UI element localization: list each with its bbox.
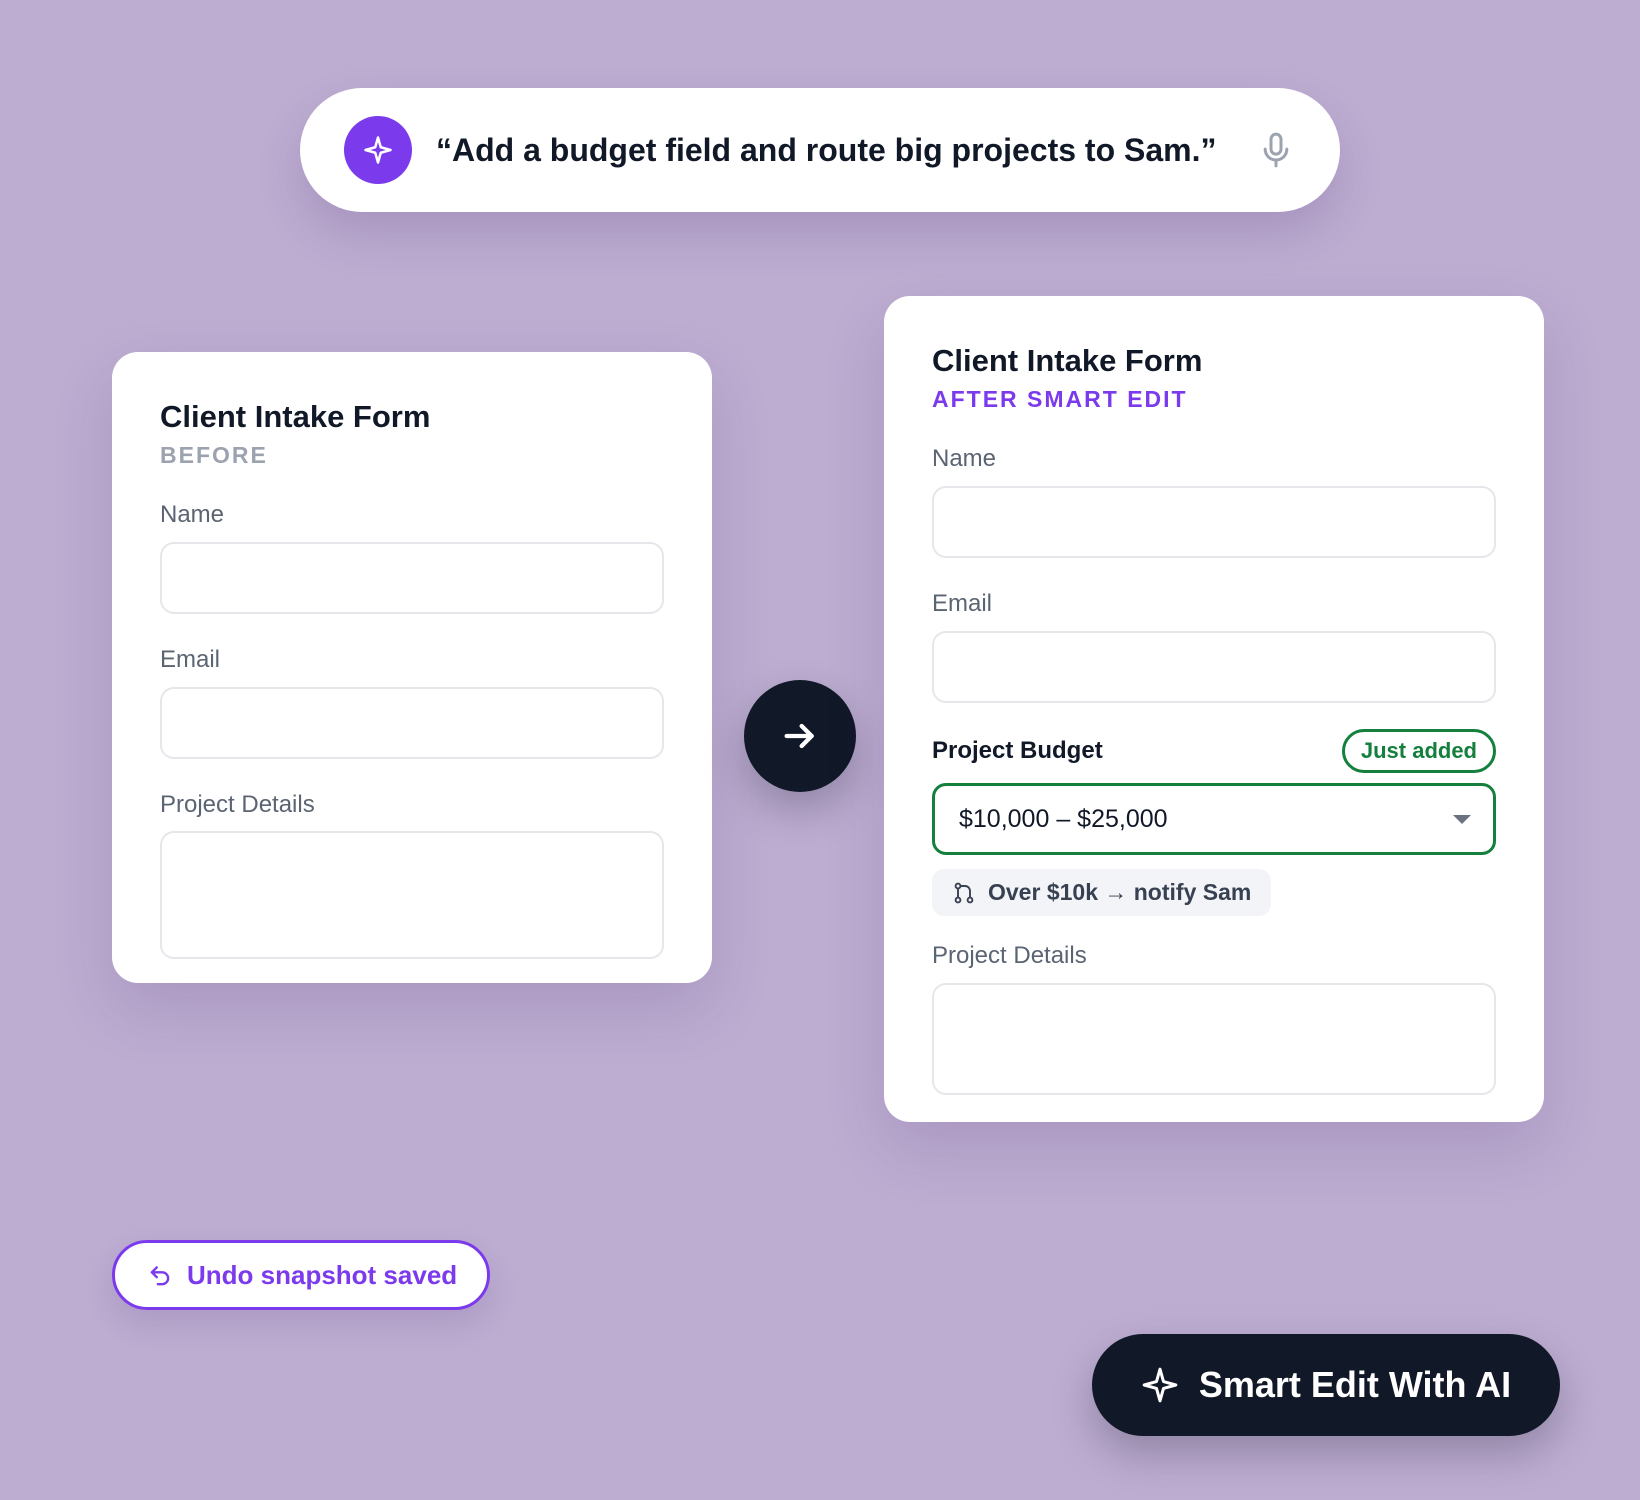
name-input[interactable] xyxy=(932,485,1496,558)
project-budget-select[interactable]: $10,000 – $25,000 xyxy=(932,783,1496,856)
project-details-label: Project Details xyxy=(932,942,1087,970)
microphone-icon[interactable] xyxy=(1256,130,1296,170)
just-added-badge: Just added xyxy=(1341,728,1496,774)
chevron-down-icon xyxy=(1453,814,1471,824)
sparkle-icon xyxy=(1142,1367,1178,1403)
undo-snapshot-button[interactable]: Undo snapshot saved xyxy=(112,1240,491,1310)
card-subtitle: AFTER SMART EDIT xyxy=(932,386,1188,413)
undo-icon xyxy=(150,1266,170,1286)
project-budget-label: Project Budget xyxy=(932,736,1103,764)
form-card-before: Client Intake Form BEFORE Name Email Pro… xyxy=(112,352,712,983)
routing-icon xyxy=(954,882,974,903)
name-label: Name xyxy=(932,445,997,473)
project-details-textarea[interactable] xyxy=(932,982,1496,1095)
email-label: Email xyxy=(932,589,993,617)
name-label: Name xyxy=(160,501,225,529)
project-details-label: Project Details xyxy=(160,790,315,818)
smart-edit-label: Smart Edit With AI xyxy=(1198,1364,1512,1405)
routing-rule-text: Over $10k → notify Sam xyxy=(988,879,1252,906)
name-input[interactable] xyxy=(160,541,664,614)
email-input[interactable] xyxy=(932,630,1496,703)
arrow-right-icon xyxy=(784,723,814,749)
undo-label: Undo snapshot saved xyxy=(187,1259,458,1290)
ai-prompt-bar[interactable]: “Add a budget field and route big projec… xyxy=(300,88,1340,212)
prompt-text: “Add a budget field and route big projec… xyxy=(436,131,1217,168)
budget-selected-value: $10,000 – $25,000 xyxy=(959,804,1168,833)
card-subtitle: BEFORE xyxy=(160,442,268,469)
sparkle-icon xyxy=(344,116,412,184)
card-title: Client Intake Form xyxy=(160,399,431,434)
transition-arrow xyxy=(744,680,856,792)
card-title: Client Intake Form xyxy=(932,343,1203,378)
project-details-textarea[interactable] xyxy=(160,831,664,960)
email-input[interactable] xyxy=(160,686,664,759)
smart-edit-button[interactable]: Smart Edit With AI xyxy=(1092,1334,1560,1436)
email-label: Email xyxy=(160,645,221,673)
budget-header: Project Budget Just added xyxy=(932,728,1496,774)
routing-rule-chip[interactable]: Over $10k → notify Sam xyxy=(932,869,1272,917)
form-card-after: Client Intake Form AFTER SMART EDIT Name… xyxy=(884,296,1544,1122)
